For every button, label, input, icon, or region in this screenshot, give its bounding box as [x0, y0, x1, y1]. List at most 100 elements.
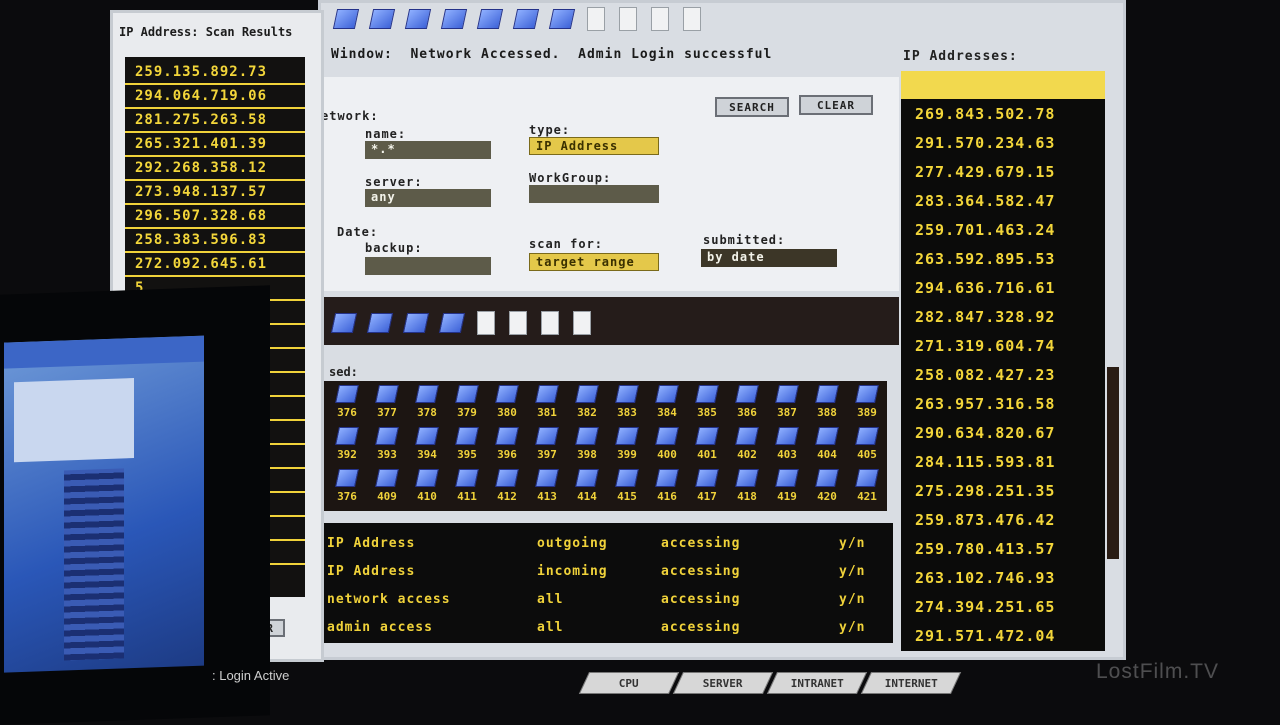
folder-item[interactable]: 411: [447, 469, 487, 511]
folder-item[interactable]: 413: [527, 469, 567, 511]
ip-list-item[interactable]: 263.957.316.58: [901, 389, 1105, 418]
ip-list-item[interactable]: 271.319.604.74: [901, 331, 1105, 360]
ip-list-item[interactable]: 291.571.472.04: [901, 621, 1105, 650]
ip-list-item[interactable]: 274.394.251.65: [901, 592, 1105, 621]
folder-icon[interactable]: [330, 313, 358, 333]
name-field[interactable]: *.*: [365, 141, 491, 159]
access-confirm[interactable]: y/n: [839, 564, 879, 579]
backup-field[interactable]: [365, 257, 491, 275]
folder-item[interactable]: 409: [367, 469, 407, 511]
ip-list-item[interactable]: 263.592.895.53: [901, 244, 1105, 273]
scan-result-item[interactable]: 259.135.892.73: [125, 61, 305, 85]
folder-icon[interactable]: [368, 9, 396, 29]
folder-item[interactable]: 377: [367, 385, 407, 427]
folder-item[interactable]: 412: [487, 469, 527, 511]
folder-item[interactable]: 394: [407, 427, 447, 469]
folder-item[interactable]: 384: [647, 385, 687, 427]
ip-list-item[interactable]: 277.429.679.15: [901, 157, 1105, 186]
ip-list-item[interactable]: 284.115.593.81: [901, 447, 1105, 476]
tab-intranet[interactable]: INTRANET: [766, 672, 868, 694]
folder-item[interactable]: 414: [567, 469, 607, 511]
tab-internet[interactable]: INTERNET: [860, 672, 962, 694]
folder-item[interactable]: 418: [727, 469, 767, 511]
folder-item[interactable]: 417: [687, 469, 727, 511]
folder-item[interactable]: 399: [607, 427, 647, 469]
folder-item[interactable]: 376: [327, 385, 367, 427]
scrollbar[interactable]: [1107, 367, 1119, 559]
server-field[interactable]: any: [365, 189, 491, 207]
ip-list-item[interactable]: 259.780.413.57: [901, 534, 1105, 563]
folder-item[interactable]: 404: [807, 427, 847, 469]
selected-ip-row[interactable]: [901, 71, 1105, 99]
folder-icon[interactable]: [512, 9, 540, 29]
folder-item[interactable]: 382: [567, 385, 607, 427]
ip-list-item[interactable]: 259.701.463.24: [901, 215, 1105, 244]
ip-list-item[interactable]: 269.843.502.78: [901, 99, 1105, 128]
folder-item[interactable]: 401: [687, 427, 727, 469]
scan-result-item[interactable]: 265.321.401.39: [125, 133, 305, 157]
ip-list-item[interactable]: 283.364.582.47: [901, 186, 1105, 215]
folder-icon[interactable]: [548, 9, 576, 29]
scan-result-item[interactable]: 273.948.137.57: [125, 181, 305, 205]
ip-list-item[interactable]: 275.298.251.35: [901, 476, 1105, 505]
ip-list-item[interactable]: 258.082.427.23: [901, 360, 1105, 389]
folder-item[interactable]: 388: [807, 385, 847, 427]
folder-item[interactable]: 398: [567, 427, 607, 469]
folder-icon[interactable]: [332, 9, 360, 29]
ip-list-item[interactable]: 294.636.716.61: [901, 273, 1105, 302]
folder-item[interactable]: 419: [767, 469, 807, 511]
submitted-field[interactable]: by date: [701, 249, 837, 267]
folder-item[interactable]: 403: [767, 427, 807, 469]
document-icon[interactable]: [683, 7, 701, 31]
ip-list-item[interactable]: 259.873.476.42: [901, 505, 1105, 534]
folder-item[interactable]: 393: [367, 427, 407, 469]
scan-result-item[interactable]: 294.064.719.06: [125, 85, 305, 109]
folder-item[interactable]: 389: [847, 385, 887, 427]
ip-list-item[interactable]: 291.570.234.63: [901, 128, 1105, 157]
search-button[interactable]: SEARCH: [715, 97, 789, 117]
scan-result-item[interactable]: 296.507.328.68: [125, 205, 305, 229]
folder-icon[interactable]: [366, 313, 394, 333]
type-field[interactable]: IP Address: [529, 137, 659, 155]
scan-result-item[interactable]: 281.275.263.58: [125, 109, 305, 133]
access-row[interactable]: admin access all accessing y/n: [327, 613, 887, 641]
folder-item[interactable]: 400: [647, 427, 687, 469]
scan-result-item[interactable]: 258.383.596.83: [125, 229, 305, 253]
folder-item[interactable]: 385: [687, 385, 727, 427]
document-icon[interactable]: [477, 311, 495, 335]
access-confirm[interactable]: y/n: [839, 592, 879, 607]
ip-list-item[interactable]: 282.847.328.92: [901, 302, 1105, 331]
document-icon[interactable]: [651, 7, 669, 31]
folder-icon[interactable]: [404, 9, 432, 29]
folder-item[interactable]: 386: [727, 385, 767, 427]
folder-item[interactable]: 378: [407, 385, 447, 427]
clear-button[interactable]: CLEAR: [799, 95, 873, 115]
folder-item[interactable]: 395: [447, 427, 487, 469]
document-icon[interactable]: [587, 7, 605, 31]
document-icon[interactable]: [573, 311, 591, 335]
folder-item[interactable]: 392: [327, 427, 367, 469]
access-row[interactable]: IP Address outgoing accessing y/n: [327, 529, 887, 557]
document-icon[interactable]: [509, 311, 527, 335]
folder-item[interactable]: 421: [847, 469, 887, 511]
ip-list-item[interactable]: 263.102.746.93: [901, 563, 1105, 592]
folder-item[interactable]: 381: [527, 385, 567, 427]
ip-list-item[interactable]: 290.634.820.67: [901, 418, 1105, 447]
folder-item[interactable]: 415: [607, 469, 647, 511]
folder-item[interactable]: 405: [847, 427, 887, 469]
document-icon[interactable]: [541, 311, 559, 335]
folder-icon[interactable]: [476, 9, 504, 29]
folder-icon[interactable]: [440, 9, 468, 29]
folder-icon[interactable]: [402, 313, 430, 333]
folder-item[interactable]: 416: [647, 469, 687, 511]
folder-item[interactable]: 376: [327, 469, 367, 511]
scan-result-item[interactable]: 292.268.358.12: [125, 157, 305, 181]
tab-cpu[interactable]: CPU: [578, 672, 680, 694]
folder-item[interactable]: 383: [607, 385, 647, 427]
folder-item[interactable]: 402: [727, 427, 767, 469]
folder-item[interactable]: 387: [767, 385, 807, 427]
folder-item[interactable]: 396: [487, 427, 527, 469]
ip-address-list[interactable]: 269.843.502.78 291.570.234.63 277.429.679.…: [901, 71, 1105, 651]
access-row[interactable]: IP Address incoming accessing y/n: [327, 557, 887, 585]
folder-item[interactable]: 379: [447, 385, 487, 427]
